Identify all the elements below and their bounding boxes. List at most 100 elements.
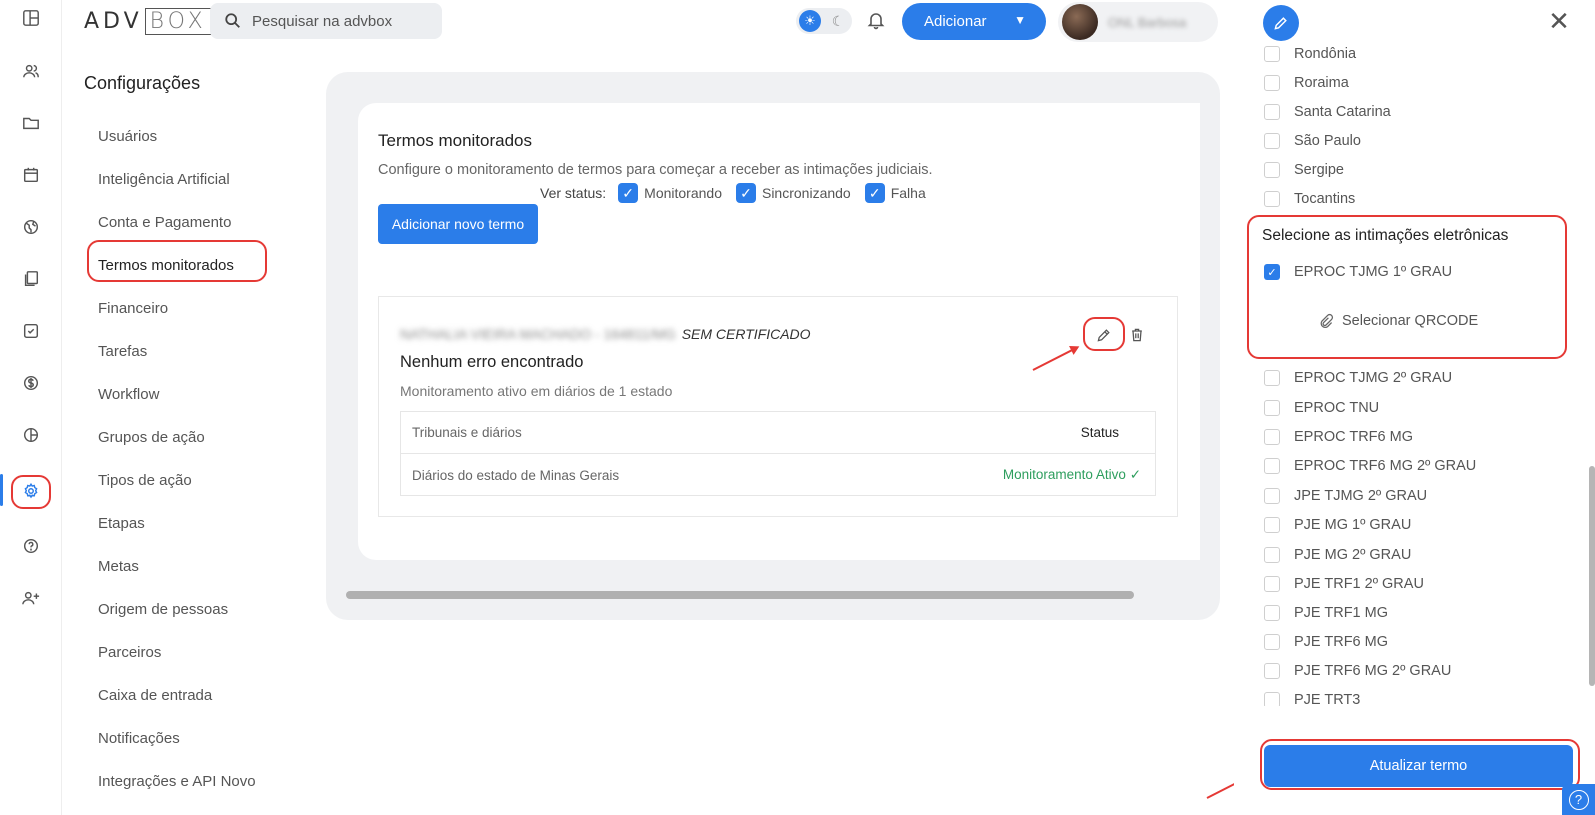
select-qrcode-button[interactable]: Selecionar QRCODE — [1318, 313, 1478, 329]
search-input[interactable] — [252, 12, 432, 30]
intimacao-checkbox[interactable]: PJE TRF6 MG — [1264, 634, 1388, 650]
dashboard-icon[interactable] — [16, 3, 46, 33]
intimacao-checkbox[interactable]: PJE TRF1 2º GRAU — [1264, 576, 1424, 592]
term-name: NATHALIA VIEIRA MACHADO - 164811/MG SEM … — [400, 326, 811, 342]
settings-item-conta-pagamento[interactable]: Conta e Pagamento — [98, 201, 256, 244]
state-checkbox[interactable]: São Paulo — [1264, 133, 1361, 149]
notifications-bell[interactable] — [866, 10, 888, 32]
settings-item-metas[interactable]: Metas — [98, 545, 256, 588]
intimacao-checkbox[interactable]: JPE TJMG 2º GRAU — [1264, 488, 1427, 504]
checkbox-checked-icon[interactable]: ✓ — [618, 183, 639, 203]
globe-icon[interactable] — [16, 212, 46, 242]
status-filter-text: Monitorando — [644, 185, 722, 201]
status-filter-falha[interactable]: ✓ Falha — [864, 183, 926, 203]
icon-rail — [0, 0, 62, 815]
intimacoes-section-title: Selecione as intimações eletrônicas — [1262, 227, 1509, 244]
settings-item-etapas[interactable]: Etapas — [98, 502, 256, 545]
checkbox[interactable] — [1264, 458, 1280, 474]
checkbox[interactable] — [1264, 162, 1280, 178]
state-checkbox[interactable]: Tocantins — [1264, 191, 1355, 207]
help-button[interactable]: ? — [1562, 784, 1595, 815]
checkbox[interactable] — [1264, 663, 1280, 679]
checkbox[interactable] — [1264, 46, 1280, 62]
task-check-icon[interactable] — [16, 316, 46, 346]
checkbox-checked-icon[interactable]: ✓ — [735, 183, 756, 203]
settings-item-tipos-acao[interactable]: Tipos de ação — [98, 459, 256, 502]
intimacao-checkbox[interactable]: PJE TRF1 MG — [1264, 605, 1388, 621]
folder-icon[interactable] — [16, 108, 46, 138]
settings-item-inteligencia-artificial[interactable]: Inteligência Artificial — [98, 158, 256, 201]
bell-icon — [867, 13, 885, 30]
checkbox[interactable] — [1264, 400, 1280, 416]
checkbox[interactable] — [1264, 488, 1280, 504]
status-filter-text: Falha — [890, 185, 926, 201]
intimacao-checkbox[interactable]: EPROC TNU — [1264, 400, 1379, 416]
documents-icon[interactable] — [16, 264, 46, 294]
checkbox-checked-icon[interactable]: ✓ — [1264, 264, 1280, 280]
user-menu[interactable]: ONL Barbosa — [1058, 2, 1218, 42]
checkbox[interactable] — [1264, 547, 1280, 563]
calendar-icon[interactable] — [16, 160, 46, 190]
state-checkbox[interactable]: Santa Catarina — [1264, 104, 1391, 120]
intimacao-checkbox[interactable]: PJE TRF6 MG 2º GRAU — [1264, 663, 1451, 679]
search-bar[interactable] — [210, 3, 442, 39]
settings-item-caixa-entrada[interactable]: Caixa de entrada — [98, 674, 256, 717]
checkbox[interactable] — [1264, 75, 1280, 91]
checkbox[interactable] — [1264, 692, 1280, 706]
checkbox[interactable] — [1264, 104, 1280, 120]
checkbox[interactable] — [1264, 634, 1280, 650]
delete-term-button[interactable] — [1127, 325, 1147, 345]
horizontal-scrollbar[interactable] — [346, 591, 1134, 599]
sun-icon[interactable]: ☀ — [799, 10, 821, 32]
help-icon[interactable] — [16, 531, 46, 561]
checkbox[interactable] — [1264, 370, 1280, 386]
settings-item-termos-monitorados[interactable]: Termos monitorados — [98, 244, 256, 287]
checkbox[interactable] — [1264, 605, 1280, 621]
table-header: Tribunais e diários Status — [401, 412, 1155, 454]
people-icon[interactable] — [16, 56, 46, 86]
intimacao-checkbox[interactable]: EPROC TRF6 MG — [1264, 429, 1413, 445]
intimacao-checkbox-checked[interactable]: ✓ EPROC TJMG 1º GRAU — [1264, 264, 1452, 280]
intimacao-checkbox[interactable]: PJE TRT3 — [1264, 692, 1360, 706]
gear-icon[interactable] — [16, 476, 46, 506]
settings-item-tarefas[interactable]: Tarefas — [98, 330, 256, 373]
vertical-scrollbar[interactable] — [1589, 466, 1595, 686]
add-person-icon[interactable] — [16, 583, 46, 613]
checkbox[interactable] — [1264, 133, 1280, 149]
checkbox[interactable] — [1264, 517, 1280, 533]
settings-item-workflow[interactable]: Workflow — [98, 373, 256, 416]
add-button[interactable]: Adicionar ▼ — [902, 3, 1046, 40]
state-checkbox[interactable]: Sergipe — [1264, 162, 1344, 178]
intimacao-checkbox[interactable]: EPROC TJMG 2º GRAU — [1264, 370, 1452, 386]
checkbox[interactable] — [1264, 429, 1280, 445]
checkbox[interactable] — [1264, 191, 1280, 207]
status-filter-sincronizando[interactable]: ✓ Sincronizando — [735, 183, 851, 203]
theme-toggle[interactable]: ☀ ☾ — [796, 8, 852, 34]
moon-icon[interactable]: ☾ — [827, 10, 849, 32]
settings-item-grupos-acao[interactable]: Grupos de ação — [98, 416, 256, 459]
checkbox-label: PJE TRF6 MG 2º GRAU — [1294, 663, 1452, 679]
checkbox-label: PJE MG 1º GRAU — [1294, 517, 1412, 533]
settings-item-usuarios[interactable]: Usuários — [98, 115, 256, 158]
chart-pie-icon[interactable] — [16, 420, 46, 450]
settings-item-notificacoes[interactable]: Notificações — [98, 717, 256, 760]
advbox-logo[interactable]: ADV BOX — [84, 8, 212, 35]
intimacao-checkbox[interactable]: EPROC TRF6 MG 2º GRAU — [1264, 458, 1476, 474]
settings-item-financeiro[interactable]: Financeiro — [98, 287, 256, 330]
page-description: Configure o monitoramento de termos para… — [378, 162, 933, 178]
settings-item-parceiros[interactable]: Parceiros — [98, 631, 256, 674]
state-checkbox[interactable]: Roraima — [1264, 75, 1349, 91]
update-term-button[interactable]: Atualizar termo — [1264, 745, 1573, 787]
settings-item-integracoes-api[interactable]: Integrações e API Novo — [98, 760, 256, 803]
dollar-icon[interactable] — [16, 368, 46, 398]
checkbox[interactable] — [1264, 576, 1280, 592]
close-icon[interactable]: ✕ — [1546, 6, 1572, 36]
status-filter-monitorando[interactable]: ✓ Monitorando — [618, 183, 722, 203]
state-checkbox[interactable]: Rondônia — [1264, 46, 1356, 62]
intimacao-checkbox[interactable]: PJE MG 1º GRAU — [1264, 517, 1411, 533]
settings-item-origem-pessoas[interactable]: Origem de pessoas — [98, 588, 256, 631]
edit-term-button[interactable] — [1094, 325, 1114, 345]
intimacao-checkbox[interactable]: PJE MG 2º GRAU — [1264, 547, 1411, 563]
checkbox-checked-icon[interactable]: ✓ — [864, 183, 885, 203]
add-new-term-button[interactable]: Adicionar novo termo — [378, 204, 538, 244]
